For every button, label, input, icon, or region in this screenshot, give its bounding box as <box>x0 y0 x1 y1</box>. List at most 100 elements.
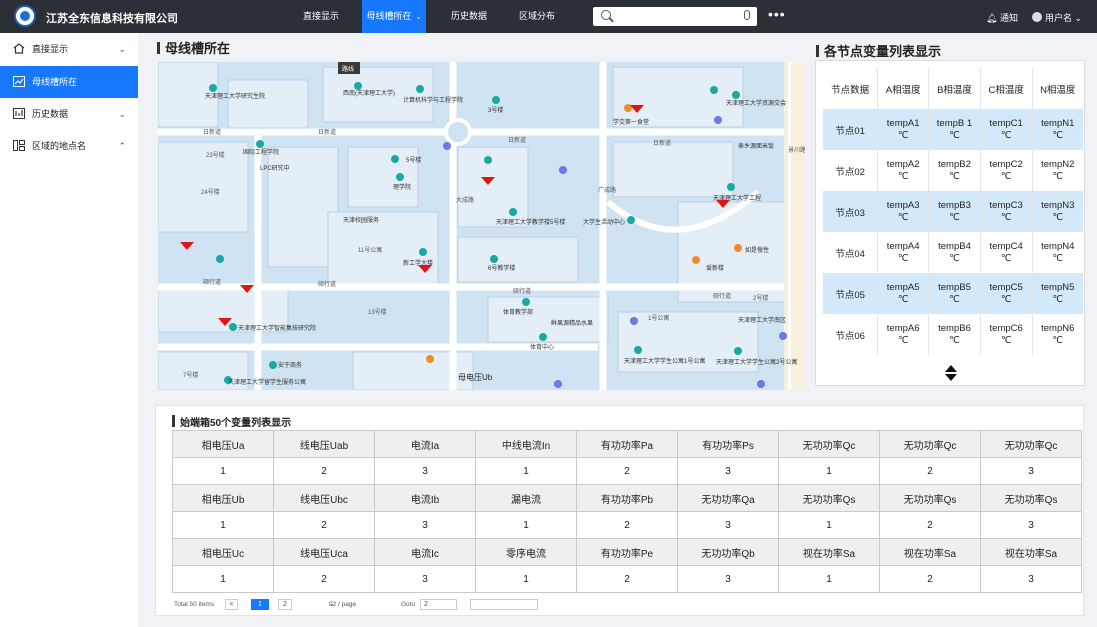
goto-input[interactable]: 2 <box>420 599 457 610</box>
variable-label: 无功功率Qc <box>980 430 1082 458</box>
variable-label: 无功功率Qc <box>778 430 880 458</box>
nav-busbar-location-label: 母线槽所在 <box>366 11 412 21</box>
temp-unit: ℃ <box>1052 293 1064 305</box>
map-place-label: 理学院 <box>393 183 411 191</box>
goto-blank-field[interactable] <box>470 599 538 610</box>
variable-value: 2 <box>273 565 375 593</box>
table-row: 相电压Ua 线电压Uab 电流Ia 中线电流In 有功功率Pa 有功功率Ps 无… <box>172 430 1082 458</box>
variable-value: 2 <box>273 511 375 539</box>
node-name: 节点03 <box>823 191 879 232</box>
map-route-badge-label: 路线 <box>342 65 354 73</box>
map-place-label: LPC研究中 <box>260 164 290 172</box>
table-row[interactable]: 节点01 tempA1 ℃ tempB 1 ℃ tempC1 ℃ tempN1 ℃ <box>823 109 1083 150</box>
notification-label: 通知 <box>999 13 1018 23</box>
map-building-label: 7号楼 <box>183 371 198 379</box>
temp-unit: ℃ <box>1000 334 1012 346</box>
nav-busbar-location[interactable]: 母线槽所在 ⌄ <box>362 0 426 33</box>
variable-label: 线电压Ubc <box>273 484 375 512</box>
search-input[interactable] <box>593 7 757 26</box>
temp-unit: ℃ <box>949 293 960 305</box>
sort-icon[interactable] <box>944 364 958 382</box>
temp-value: tempB5 <box>938 281 971 293</box>
microphone-icon[interactable] <box>744 10 750 20</box>
user-name: 用户名 ⌄ <box>1045 13 1083 23</box>
table-row[interactable]: 节点02 tempA2 ℃ tempB2 ℃ tempC2 ℃ tempN2 ℃ <box>823 150 1083 191</box>
map-poi-pin <box>426 355 434 363</box>
variable-label: 无功功率Qc <box>879 430 981 458</box>
variable-value: 3 <box>374 457 476 485</box>
map-place-label: 国际工程学院 <box>243 148 279 156</box>
busbar-marker <box>180 242 194 250</box>
more-icon[interactable]: ••• <box>768 6 786 22</box>
temp-value: tempA1 <box>886 117 920 129</box>
nav-history[interactable]: 历史数据 <box>445 0 493 33</box>
sidebar-item-direct-display[interactable]: 直接显示 ⌄ <box>0 33 138 65</box>
map-poi-pin <box>269 361 277 369</box>
map-place-label: 天津理工大学学生公寓1号公寓 <box>624 357 705 365</box>
map-building-label: 24号楼 <box>201 188 220 196</box>
table-row[interactable]: 节点03 tempA3 ℃ tempB3 ℃ tempC3 ℃ tempN3 ℃ <box>823 191 1083 232</box>
table-row[interactable]: 节点05 tempA5 ℃ tempB5 ℃ tempC5 ℃ tempN5 ℃ <box>823 273 1083 314</box>
campus-map[interactable]: 日新道 日新道 日新道 日新道 硕行道 硕行道 硕行道 硕行道 大成路 景川路 … <box>158 62 805 390</box>
map-building-label: 13号楼 <box>368 308 387 316</box>
nav-direct-display[interactable]: 直接显示 <box>297 0 345 33</box>
temp-value: tempN5 <box>1041 281 1075 293</box>
temp-cell: tempN1 ℃ <box>1032 109 1083 150</box>
notification-button[interactable]: 🔔︎ 通知 <box>986 11 1018 24</box>
map-place-label: 奉乡源面米饭 <box>738 142 774 150</box>
map-poi-pin <box>256 140 264 148</box>
temp-cell: tempC1 ℃ <box>980 109 1033 150</box>
prev-page-button[interactable]: < <box>225 599 238 610</box>
nav-region[interactable]: 区域分布 <box>513 0 561 33</box>
temp-cell: tempN6 ℃ <box>1032 314 1083 355</box>
map-place-label: 天津理工大学智能集技研究院 <box>238 324 316 332</box>
page-button-2[interactable]: 2 <box>278 599 292 610</box>
temp-unit: ℃ <box>897 252 909 264</box>
temp-value: tempA2 <box>886 158 920 170</box>
sidebar-item-history[interactable]: 历史数据 ⌄ <box>0 98 138 130</box>
sidebar-item-busbar-location[interactable]: 母线槽所在 <box>0 66 138 98</box>
map-place-label: 6号教学楼 <box>488 264 515 272</box>
temp-unit: ℃ <box>897 129 909 141</box>
top-bar: 江苏全东信息科技有限公司 直接显示 母线槽所在 ⌄ 历史数据 区域分布 ••• 🔔… <box>0 0 1097 33</box>
temp-unit: ℃ <box>949 129 960 141</box>
temp-value: tempC3 <box>989 199 1023 211</box>
temp-cell: tempA4 ℃ <box>877 232 930 273</box>
node-name: 节点01 <box>823 109 879 150</box>
variable-label: 线电压Uab <box>273 430 375 458</box>
chevron-down-icon: ⌄ <box>118 44 126 54</box>
map-poi-pin <box>734 347 742 355</box>
variable-value: 1 <box>778 565 880 593</box>
variable-value: 3 <box>374 565 476 593</box>
map-place-label: 爱新楼 <box>706 264 724 272</box>
variable-label: 有功功率Pb <box>576 484 678 512</box>
map-poi-pin <box>732 91 740 99</box>
variable-label: 中线电流In <box>475 430 577 458</box>
table-row[interactable]: 节点06 tempA6 ℃ tempB6 ℃ tempC6 ℃ tempN6 ℃ <box>823 314 1083 355</box>
map-poi-pin <box>630 317 638 325</box>
temp-unit: ℃ <box>897 334 909 346</box>
variable-label: 线电压Uca <box>273 538 375 566</box>
map-place-label: 安于商务 <box>278 361 302 369</box>
map-poi-pin <box>734 244 742 252</box>
variable-label: 相电压Ub <box>172 484 274 512</box>
map-place-label: 天津理工大学学生公寓2号公寓 <box>716 358 797 366</box>
temp-unit: ℃ <box>949 170 960 182</box>
variable-label: 相电压Ua <box>172 430 274 458</box>
page-button-1[interactable]: 1 <box>251 599 269 610</box>
sidebar-item-region-names[interactable]: 区域的地点名 ⌃ <box>0 130 138 162</box>
user-menu[interactable]: 用户名 ⌄ <box>1032 11 1082 24</box>
temp-cell: tempN3 ℃ <box>1032 191 1083 232</box>
variable-value: 3 <box>980 565 1082 593</box>
temp-cell: tempB5 ℃ <box>928 273 981 314</box>
temp-cell: tempB2 ℃ <box>928 150 981 191</box>
table-row[interactable]: 节点04 tempA4 ℃ tempB4 ℃ tempC4 ℃ tempN4 ℃ <box>823 232 1083 273</box>
variable-value: 1 <box>475 565 577 593</box>
variable-label: 无功功率Qs <box>980 484 1082 512</box>
temp-cell: tempB4 ℃ <box>928 232 981 273</box>
node-name: 节点02 <box>823 150 879 191</box>
temp-unit: ℃ <box>949 211 960 223</box>
table-header: C相温度 <box>980 68 1033 109</box>
chevron-down-icon: ⌄ <box>415 14 422 21</box>
temp-unit: ℃ <box>1000 293 1012 305</box>
